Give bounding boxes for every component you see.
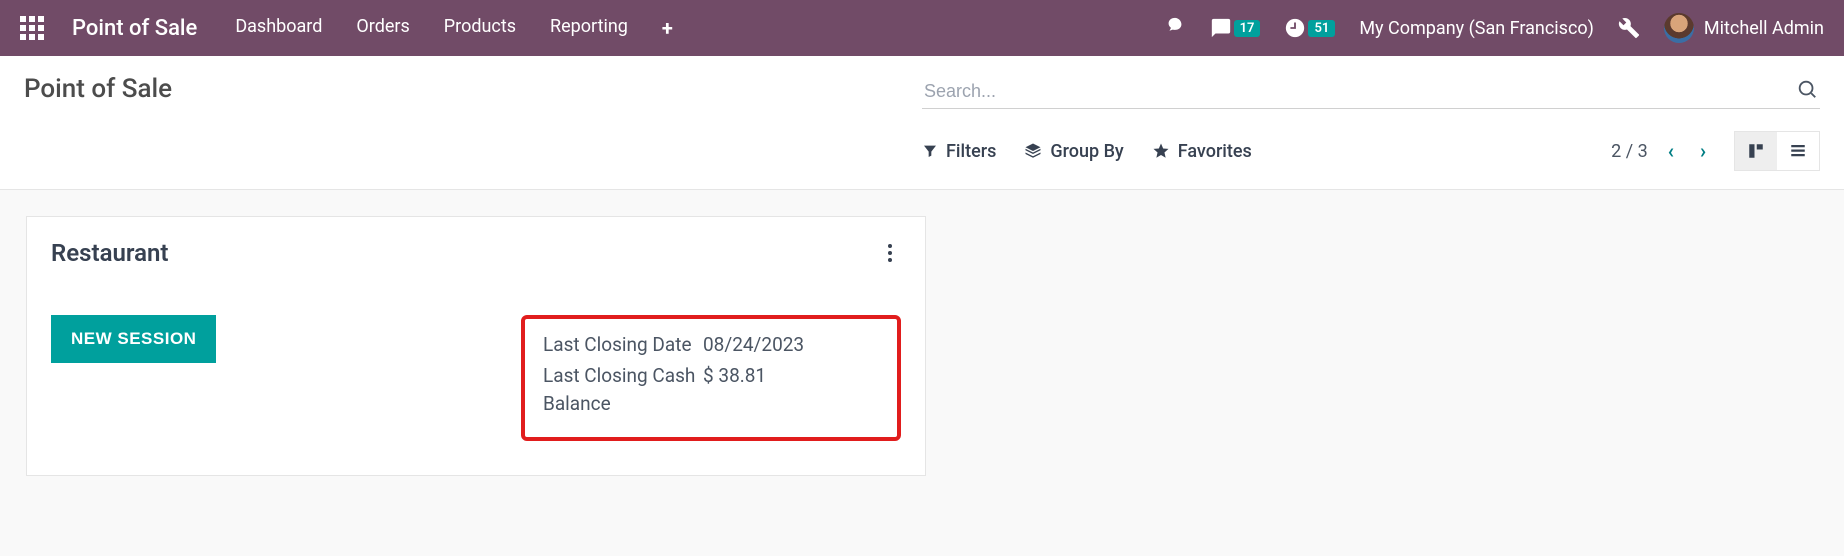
groupby-label: Group By bbox=[1050, 141, 1123, 162]
filters-button[interactable]: Filters bbox=[922, 141, 996, 162]
nav-reporting[interactable]: Reporting bbox=[550, 16, 628, 40]
search-bar[interactable] bbox=[922, 74, 1820, 109]
nav-products[interactable]: Products bbox=[444, 16, 516, 40]
apps-icon[interactable] bbox=[20, 16, 44, 40]
view-switch bbox=[1734, 131, 1820, 171]
activities-badge: 51 bbox=[1308, 20, 1335, 37]
pager-next-icon[interactable]: › bbox=[1694, 135, 1712, 167]
navbar: Point of Sale Dashboard Orders Products … bbox=[0, 0, 1844, 56]
cp-right-cluster: 2 / 3 ‹ › bbox=[1611, 131, 1820, 171]
new-session-button[interactable]: NEW SESSION bbox=[51, 315, 216, 363]
last-closing-date-row: Last Closing Date 08/24/2023 bbox=[543, 331, 879, 360]
last-closing-date-value: 08/24/2023 bbox=[703, 331, 804, 360]
kanban-view-button[interactable] bbox=[1735, 132, 1777, 170]
pager: 2 / 3 ‹ › bbox=[1611, 135, 1712, 167]
app-brand[interactable]: Point of Sale bbox=[72, 16, 197, 41]
phone-icon[interactable] bbox=[1164, 17, 1186, 39]
avatar bbox=[1664, 13, 1694, 43]
filters-label: Filters bbox=[946, 141, 996, 162]
card-top: Restaurant bbox=[51, 239, 901, 271]
favorites-label: Favorites bbox=[1178, 141, 1252, 162]
control-panel: Point of Sale Filters Group By Favorites… bbox=[0, 56, 1844, 190]
cp-row2-right: Filters Group By Favorites 2 / 3 ‹ › bbox=[922, 131, 1820, 171]
pos-card: Restaurant NEW SESSION Last Closing Date… bbox=[26, 216, 926, 476]
cp-row2-left bbox=[24, 131, 922, 171]
user-name: Mitchell Admin bbox=[1704, 18, 1824, 39]
activities-icon[interactable]: 51 bbox=[1284, 17, 1335, 39]
card-body: NEW SESSION Last Closing Date 08/24/2023… bbox=[51, 315, 901, 441]
search-input[interactable] bbox=[924, 81, 1796, 102]
pager-prev-icon[interactable]: ‹ bbox=[1662, 135, 1680, 167]
page-title: Point of Sale bbox=[24, 74, 922, 109]
debug-icon[interactable] bbox=[1618, 17, 1640, 39]
nav-links: Dashboard Orders Products Reporting + bbox=[235, 16, 672, 40]
search-icon[interactable] bbox=[1796, 78, 1818, 104]
navbar-left: Point of Sale Dashboard Orders Products … bbox=[20, 16, 673, 41]
closing-info-box: Last Closing Date 08/24/2023 Last Closin… bbox=[521, 315, 901, 441]
nav-orders[interactable]: Orders bbox=[356, 16, 409, 40]
last-closing-cash-row: Last Closing Cash Balance $ 38.81 bbox=[543, 362, 879, 419]
list-view-button[interactable] bbox=[1777, 132, 1819, 170]
last-closing-cash-value: $ 38.81 bbox=[703, 362, 766, 419]
pager-text[interactable]: 2 / 3 bbox=[1611, 141, 1648, 162]
last-closing-cash-label: Last Closing Cash Balance bbox=[543, 362, 703, 419]
kanban-area: Restaurant NEW SESSION Last Closing Date… bbox=[0, 190, 1844, 502]
nav-dashboard[interactable]: Dashboard bbox=[235, 16, 322, 40]
navbar-right: 17 51 My Company (San Francisco) Mitchel… bbox=[1164, 13, 1824, 43]
messages-badge: 17 bbox=[1234, 20, 1261, 37]
nav-add-icon[interactable]: + bbox=[662, 16, 673, 40]
favorites-button[interactable]: Favorites bbox=[1152, 141, 1252, 162]
messages-icon[interactable]: 17 bbox=[1210, 17, 1261, 39]
card-menu-icon[interactable] bbox=[879, 239, 901, 271]
groupby-button[interactable]: Group By bbox=[1024, 141, 1123, 162]
company-switcher[interactable]: My Company (San Francisco) bbox=[1359, 18, 1594, 39]
user-menu[interactable]: Mitchell Admin bbox=[1664, 13, 1824, 43]
last-closing-date-label: Last Closing Date bbox=[543, 331, 703, 360]
card-title: Restaurant bbox=[51, 239, 168, 267]
